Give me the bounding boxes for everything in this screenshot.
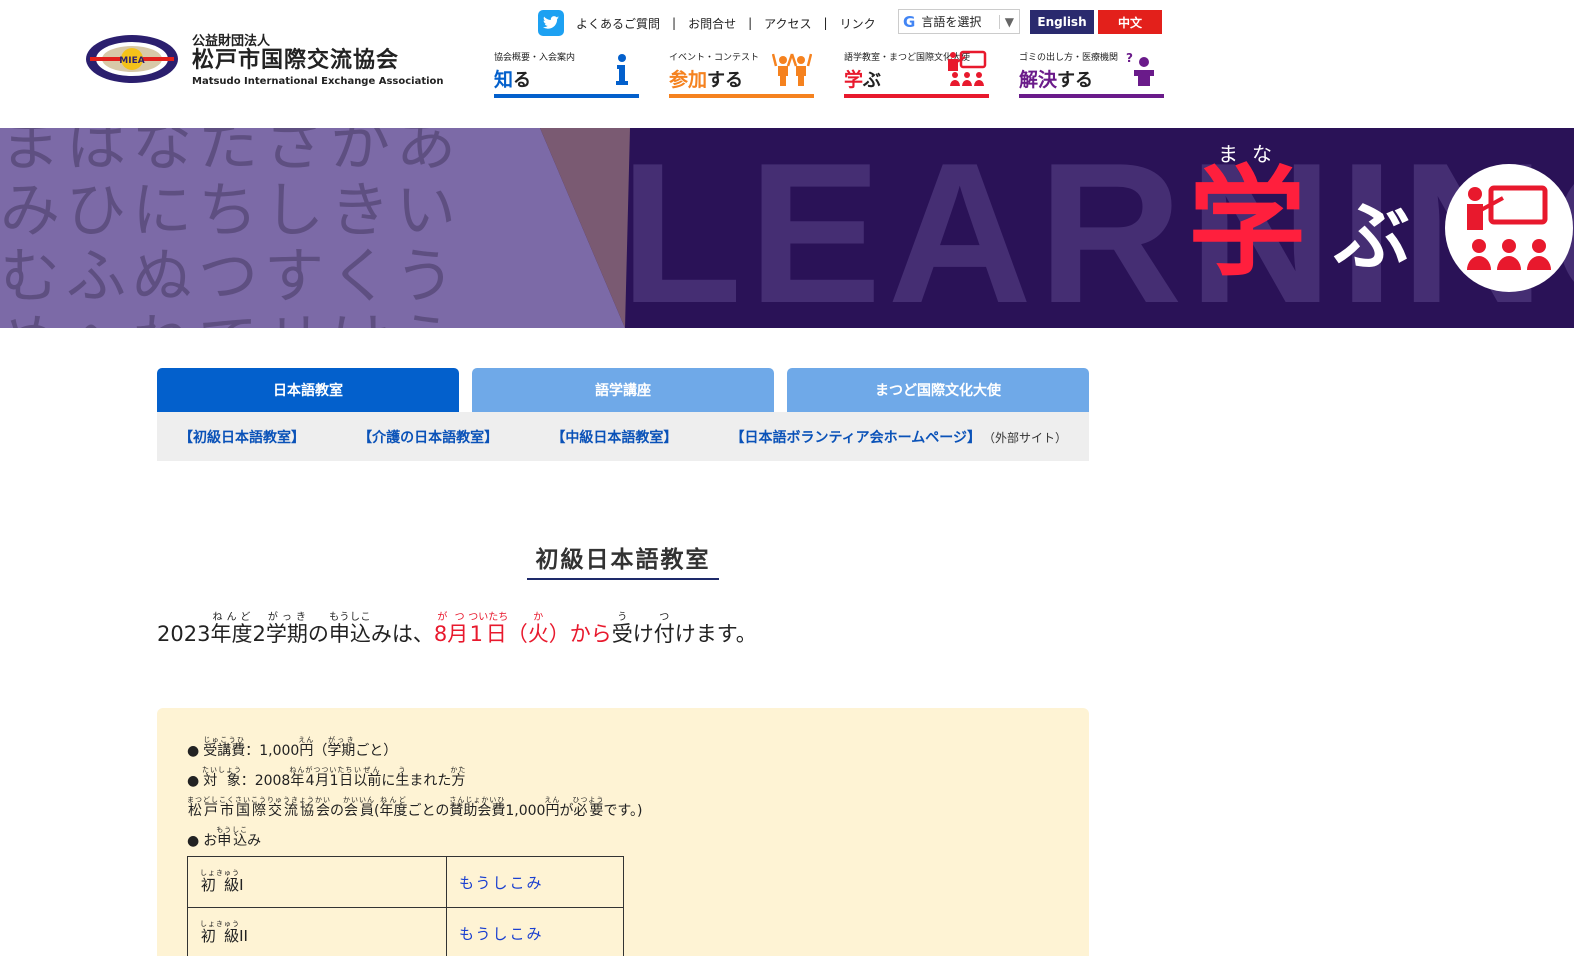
apply-line: ● お申込もうしこみ [187, 826, 262, 849]
apply-link-beginner-2[interactable]: もうしこみ [459, 925, 544, 943]
nav-manabu[interactable]: 語学教室・まつど国際文化大使 学ぶ [844, 48, 989, 98]
target-line: ● 対 象たいしょう：2008年ねん4月1日がつついたち以前いぜんに生うまれた方か… [187, 766, 467, 789]
language-select-label: 言語を選択 [921, 15, 982, 29]
subnav-care-japanese[interactable]: 【介護の日本語教室】 [358, 427, 498, 447]
hero-kana-background: まはなたさかあ みひにちしきい むふぬつすくう めへねてせけえ [0, 128, 462, 328]
global-nav: 協会概要・入会案内 知る イベント・コンテスト 参加する 語学教室・まつど国際文… [494, 48, 1164, 98]
logo-legal-text: 公益財団法人 [192, 34, 271, 49]
divider: | [748, 16, 753, 30]
nav-kaiketsu[interactable]: ゴミの出し方・医療機関 解決する ? [1019, 48, 1164, 98]
subnav-volunteer-site[interactable]: 【日本語ボランティア会ホームページ】 [731, 430, 981, 446]
svg-text:?: ? [1126, 51, 1133, 65]
course-info-box: ● 受講費じゅこうひ：1,000円えん（学期がっきごと） ● 対 象たいしょう：20… [157, 708, 1089, 956]
nav-label: する [707, 70, 744, 91]
question-person-icon: ? [1126, 51, 1154, 86]
bullet-icon: ● [187, 773, 200, 789]
nav-label-highlight: 知 [494, 69, 514, 91]
application-table: 初 級しょきゅうI もうしこみ 初 級しょきゅうII もうしこみ [187, 856, 624, 956]
google-icon: G [903, 12, 916, 31]
people-cheer-icon [772, 53, 812, 86]
svg-text:MIEA: MIEA [119, 56, 144, 66]
classroom-icon [1467, 185, 1551, 270]
membership-line: 松戸市国際交流協会まつどしこくさいこうりゅうきょうかいの会員かいいん(年度ねんど… [187, 796, 643, 819]
bullet-icon: ● [187, 833, 200, 849]
english-button[interactable]: English [1030, 10, 1094, 34]
hero-title-kanji: 学 [1188, 154, 1307, 292]
language-select[interactable]: G 言語を選択 ▼ [898, 9, 1020, 34]
chevron-down-icon: ▼ [998, 14, 1019, 29]
utility-links: よくあるご質問 | お問合せ | アクセス | リンク [538, 10, 876, 36]
table-row: 初 級しょきゅうI もうしこみ [187, 856, 624, 908]
bullet-icon: ● [187, 743, 200, 759]
info-icon [616, 54, 628, 85]
links-link[interactable]: リンク [840, 15, 876, 32]
application-date: 8月がつ1日ついたち（火か）から [433, 612, 612, 646]
chinese-button[interactable]: 中文 [1098, 10, 1162, 34]
nav-label-highlight: 解決 [1019, 69, 1058, 91]
access-link[interactable]: アクセス [764, 15, 811, 32]
nav-label: ぶ [863, 70, 882, 91]
hero-bg-word: LEARNING [620, 128, 1574, 329]
nav-shiru[interactable]: 協会概要・入会案内 知る [494, 48, 639, 98]
hero-banner: LEARNING まはなたさかあ みひにちしきい むふぬつすくう めへねてせけえ… [0, 128, 1574, 328]
nav-sublabel: 協会概要・入会案内 [494, 53, 576, 63]
application-notice: 2023年度ねんど2学期がっきの申込もうしこみは、8月がつ1日ついたち（火か）か… [157, 612, 757, 646]
logo-english-text: Matsudo International Exchange Associati… [192, 76, 444, 88]
subnav-beginner[interactable]: 【初級日本語教室】 [179, 427, 305, 447]
external-site-note: （外部サイト） [988, 430, 1067, 445]
apply-cell: もうしこみ [446, 856, 624, 908]
nav-sanka[interactable]: イベント・コンテスト 参加する [669, 48, 814, 98]
apply-cell: もうしこみ [446, 907, 624, 956]
classroom-icon [948, 50, 987, 86]
logo-name-text: 松戸市国際交流協会 [192, 48, 400, 73]
page-title: 初級日本語教室 [527, 540, 719, 580]
level-cell: 初 級しょきゅうII [187, 907, 447, 956]
nav-label: る [513, 70, 532, 91]
divider: | [672, 16, 677, 30]
level-cell: 初 級しょきゅうI [187, 856, 447, 908]
hero-badge [1445, 164, 1573, 292]
contact-link[interactable]: お問合せ [688, 15, 736, 32]
subnav-intermediate[interactable]: 【中級日本語教室】 [551, 427, 677, 447]
nav-label: する [1057, 70, 1094, 91]
miea-logo-mark-icon: MIEA [86, 34, 178, 83]
tab-language-course[interactable]: 語学講座 [472, 368, 774, 412]
nav-sublabel: イベント・コンテスト [669, 53, 760, 63]
faq-link[interactable]: よくあるご質問 [576, 15, 660, 32]
table-row: 初 級しょきゅうII もうしこみ [187, 907, 624, 956]
nav-label-highlight: 学 [844, 69, 864, 91]
twitter-icon[interactable] [538, 10, 564, 36]
fee-line: ● 受講費じゅこうひ：1,000円えん（学期がっきごと） [187, 736, 398, 759]
hero-title-kana: ぶ [1334, 192, 1410, 281]
nav-label-highlight: 参加 [669, 69, 708, 91]
tab-culture-ambassador[interactable]: まつど国際文化大使 [787, 368, 1089, 412]
sub-navigation: 【初級日本語教室】 【介護の日本語教室】 【中級日本語教室】 【日本語ボランティ… [157, 412, 1089, 461]
nav-sublabel: ゴミの出し方・医療機関 [1019, 53, 1119, 63]
tab-japanese-class[interactable]: 日本語教室 [157, 368, 459, 412]
divider: | [823, 16, 828, 30]
apply-link-beginner-1[interactable]: もうしこみ [459, 874, 544, 892]
category-tabs: 日本語教室 語学講座 まつど国際文化大使 [157, 368, 1089, 412]
site-logo[interactable]: MIEA 公益財団法人 松戸市国際交流協会 Matsudo Internatio… [84, 30, 444, 87]
